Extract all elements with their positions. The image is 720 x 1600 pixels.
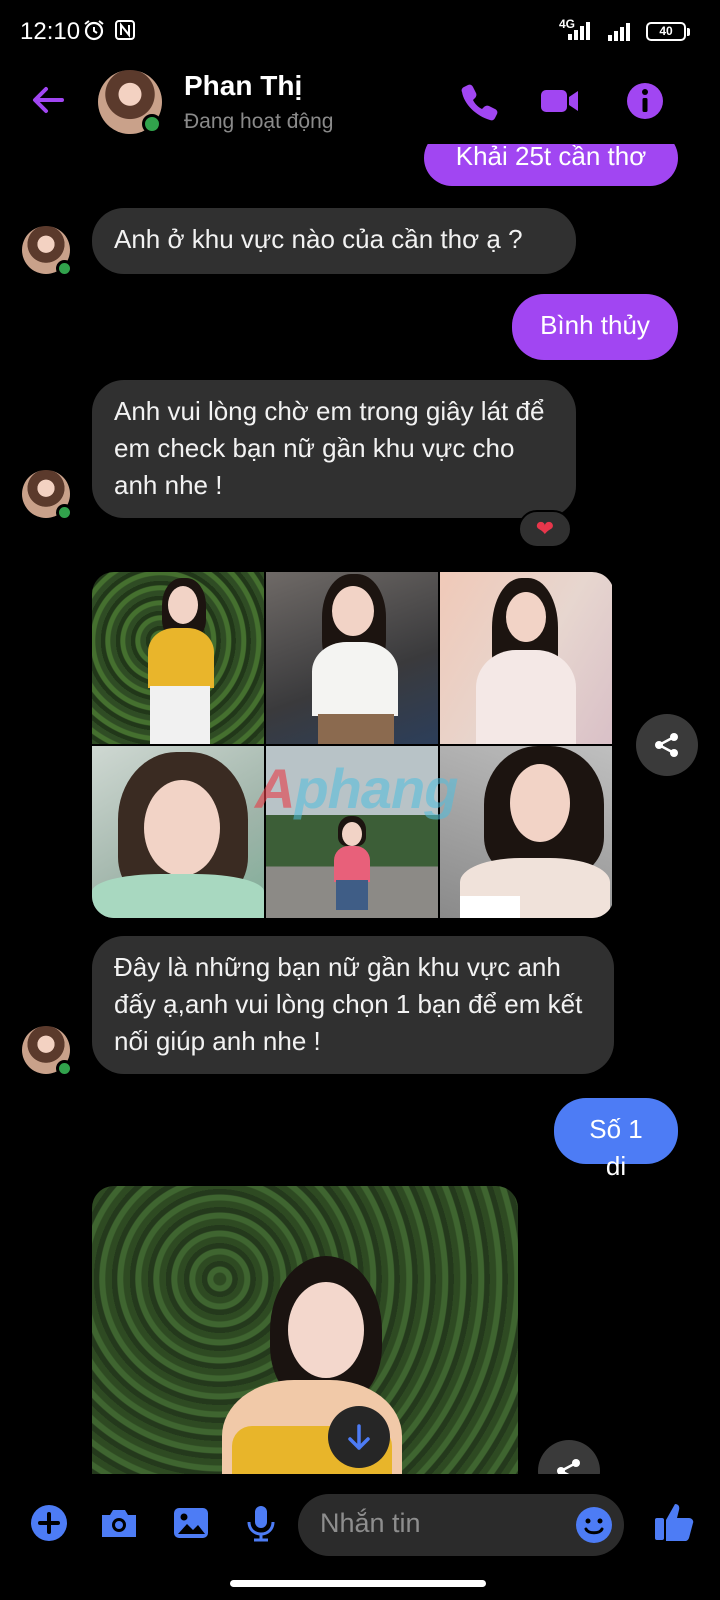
back-arrow-icon[interactable] (28, 80, 68, 120)
arrow-down-icon (348, 1424, 370, 1450)
watermark-text: Aphang (255, 757, 458, 820)
presence-status: Đang hoạt động (184, 110, 334, 133)
phone-icon[interactable] (458, 80, 500, 122)
chat-header: Phan Thị Đang hoạt động (0, 64, 720, 144)
message-incoming[interactable]: Anh ở khu vực nào của cần thơ ạ ? (92, 208, 576, 274)
message-input-placeholder: Nhắn tin (320, 1508, 421, 1538)
message-outgoing[interactable]: Số 1 di (554, 1098, 678, 1181)
gallery-icon[interactable] (170, 1502, 212, 1544)
alarm-icon (84, 20, 104, 41)
thumbs-up-icon[interactable] (652, 1498, 696, 1544)
info-icon[interactable] (624, 80, 666, 122)
camera-icon[interactable] (98, 1502, 140, 1544)
share-icon (557, 1459, 580, 1474)
sender-avatar[interactable] (22, 1026, 73, 1077)
online-indicator (142, 114, 162, 134)
signal-icon-2 (608, 23, 630, 41)
message-incoming[interactable]: Đây là những bạn nữ gần khu vực anh đấy … (92, 936, 614, 1074)
battery-icon: 40 (646, 22, 690, 41)
photo-message[interactable] (92, 1186, 518, 1474)
message-input[interactable]: Nhắn tin (298, 1494, 624, 1556)
nfc-icon (115, 20, 135, 40)
status-bar: 12:10 4G 40 (0, 0, 720, 64)
share-icon (655, 733, 678, 757)
share-button[interactable] (538, 1440, 600, 1474)
photo-thumbnail[interactable] (92, 572, 264, 744)
message-outgoing[interactable]: Bình thủy (512, 294, 678, 360)
plus-icon[interactable] (28, 1502, 70, 1544)
online-indicator (56, 260, 73, 277)
sender-avatar[interactable] (22, 470, 73, 521)
message-incoming[interactable]: Anh vui lòng chờ em trong giây lát để em… (92, 380, 576, 518)
heart-reaction-icon[interactable]: ❤ (518, 510, 572, 548)
video-icon[interactable] (538, 80, 580, 122)
scroll-down-button[interactable] (328, 1406, 390, 1468)
signal-icon (568, 22, 590, 40)
contact-name[interactable]: Phan Thị (184, 70, 302, 102)
status-time: 12:10 (20, 18, 81, 45)
microphone-icon[interactable] (240, 1502, 282, 1544)
message-outgoing[interactable]: Khải 25t cần thơ (424, 144, 678, 186)
online-indicator (56, 504, 73, 521)
online-indicator (56, 1060, 73, 1077)
photo-thumbnail[interactable] (92, 746, 264, 918)
emoji-icon[interactable] (574, 1505, 614, 1545)
home-indicator[interactable] (230, 1580, 486, 1587)
photo-thumbnail[interactable] (266, 572, 438, 744)
sender-avatar[interactable] (22, 226, 73, 277)
message-list[interactable]: Khải 25t cần thơ Anh ở khu vực nào của c… (0, 144, 720, 1474)
photo-thumbnail[interactable] (440, 746, 612, 918)
photo-thumbnail[interactable] (440, 572, 612, 744)
message-composer: Nhắn tin (0, 1474, 720, 1578)
photo-grid[interactable] (92, 572, 614, 918)
share-button[interactable] (636, 714, 698, 776)
